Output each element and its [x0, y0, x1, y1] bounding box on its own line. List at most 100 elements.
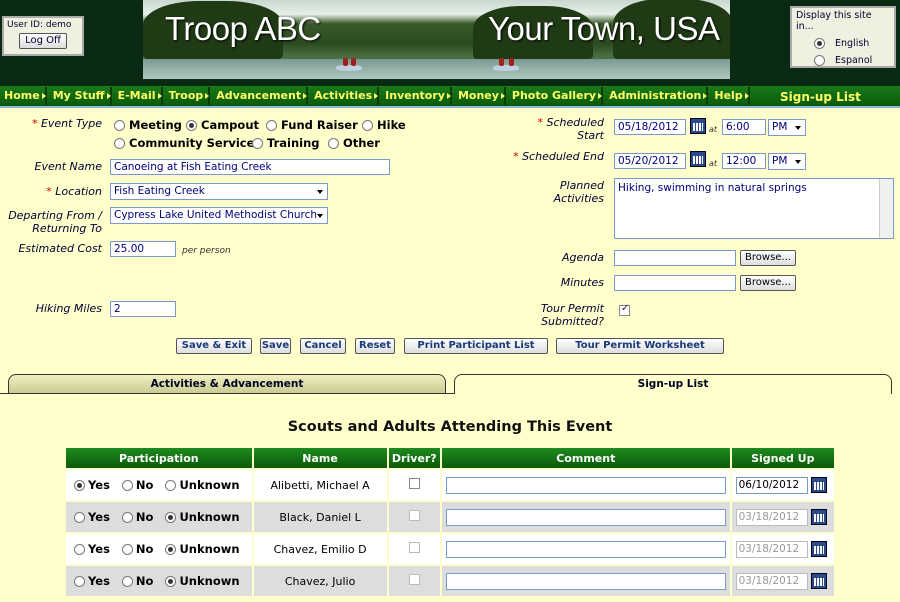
- radio-icon[interactable]: [362, 119, 373, 131]
- table-row: Yes No Unknown Chavez, Julio 03/18/2012: [64, 564, 837, 598]
- radio-icon[interactable]: [74, 543, 85, 555]
- calendar-icon[interactable]: [810, 573, 827, 589]
- radio-icon[interactable]: [74, 575, 85, 587]
- radio-icon[interactable]: [266, 119, 277, 131]
- signup-table: Participation Name Driver? Comment Signe…: [64, 446, 837, 598]
- event-type-hike[interactable]: Hike: [362, 118, 406, 132]
- calendar-icon[interactable]: [810, 477, 827, 493]
- lang-option-espanol[interactable]: Espanol: [796, 55, 890, 66]
- signed-up-cell: 03/18/2012: [729, 532, 837, 566]
- agenda-file-input[interactable]: [614, 250, 736, 266]
- tab-activities-advancement[interactable]: Activities & Advancement: [8, 374, 446, 394]
- event-type-training[interactable]: Training: [252, 136, 320, 150]
- planned-textarea[interactable]: Hiking, swimming in natural springs: [614, 178, 894, 239]
- radio-icon[interactable]: [121, 479, 133, 491]
- event-type-meeting[interactable]: Meeting: [114, 118, 182, 132]
- nav-home[interactable]: Home: [1, 87, 46, 105]
- lang-option-english[interactable]: English: [796, 38, 890, 49]
- event-type-community-service[interactable]: Community Service: [114, 136, 254, 150]
- calendar-icon[interactable]: [810, 541, 827, 557]
- minutes-browse-button[interactable]: Browse...: [740, 275, 796, 291]
- signed-up-date[interactable]: 06/10/2012: [735, 476, 808, 494]
- radio-icon[interactable]: [814, 55, 825, 66]
- radio-icon[interactable]: [252, 137, 263, 149]
- radio-icon[interactable]: [814, 38, 825, 49]
- user-box: User ID: demo Log Off: [2, 16, 84, 56]
- radio-icon[interactable]: [165, 479, 177, 491]
- end-ampm-select[interactable]: PM: [768, 153, 806, 170]
- radio-icon[interactable]: [165, 543, 177, 555]
- location-label: * Location: [46, 185, 102, 198]
- driver-checkbox[interactable]: [408, 574, 420, 585]
- radio-icon[interactable]: [121, 511, 133, 523]
- radio-icon[interactable]: [121, 575, 133, 587]
- driver-checkbox[interactable]: [408, 542, 420, 553]
- signed-up-date[interactable]: 03/18/2012: [735, 508, 808, 526]
- nav-activities[interactable]: Activities: [311, 87, 379, 105]
- comment-cell: [439, 564, 732, 598]
- driver-checkbox[interactable]: [408, 478, 420, 489]
- reset-button[interactable]: Reset: [355, 338, 395, 354]
- col-driver: Driver?: [386, 446, 442, 470]
- location-select[interactable]: Fish Eating Creek: [110, 183, 328, 200]
- comment-input[interactable]: [445, 572, 726, 590]
- start-label: * Scheduled Start: [537, 116, 604, 142]
- signed-up-date[interactable]: 03/18/2012: [735, 572, 808, 590]
- comment-input[interactable]: [445, 540, 726, 558]
- miles-input[interactable]: 2: [110, 301, 176, 317]
- event-type-fund-raiser[interactable]: Fund Raiser: [266, 118, 358, 132]
- cost-input[interactable]: 25.00: [110, 241, 176, 257]
- nav-inventory[interactable]: Inventory: [382, 87, 451, 105]
- user-id-label: User ID:: [7, 20, 43, 30]
- calendar-icon[interactable]: [690, 151, 706, 167]
- start-date-input[interactable]: 05/18/2012: [614, 119, 686, 135]
- radio-icon[interactable]: [165, 575, 177, 587]
- radio-icon[interactable]: [328, 137, 339, 149]
- comment-input[interactable]: [445, 508, 726, 526]
- event-type-other[interactable]: Other: [328, 136, 380, 150]
- event-type-campout[interactable]: Campout: [186, 118, 259, 132]
- end-date-input[interactable]: 05/20/2012: [614, 153, 686, 169]
- save-button[interactable]: Save: [260, 338, 291, 354]
- banner-troop-name: Troop ABC: [165, 10, 321, 47]
- cancel-button[interactable]: Cancel: [300, 338, 346, 354]
- calendar-icon[interactable]: [690, 118, 706, 134]
- logoff-button[interactable]: Log Off: [19, 33, 67, 49]
- calendar-icon[interactable]: [810, 509, 827, 525]
- radio-icon[interactable]: [114, 119, 125, 131]
- radio-icon[interactable]: [114, 137, 125, 149]
- permit-checkbox[interactable]: [619, 303, 630, 316]
- signed-up-cell: 03/18/2012: [729, 564, 837, 598]
- participation-option: No: [135, 542, 154, 556]
- start-ampm-select[interactable]: PM: [768, 119, 806, 136]
- comment-input[interactable]: [445, 476, 726, 494]
- user-id-value: demo: [45, 20, 72, 30]
- event-name-input[interactable]: Canoeing at Fish Eating Creek: [110, 159, 390, 175]
- nav-advancement[interactable]: Advancement: [213, 87, 307, 105]
- scrollbar[interactable]: [879, 179, 893, 238]
- nav-email[interactable]: E-Mail: [115, 87, 162, 105]
- signed-up-date[interactable]: 03/18/2012: [735, 540, 808, 558]
- departing-select[interactable]: Cypress Lake United Methodist Church: [110, 207, 328, 224]
- nav-troop[interactable]: Troop: [166, 87, 209, 105]
- nav-help[interactable]: Help: [711, 87, 750, 105]
- radio-icon[interactable]: [186, 119, 197, 131]
- radio-icon[interactable]: [165, 511, 177, 523]
- chevron-down-icon: [795, 126, 801, 130]
- radio-icon[interactable]: [74, 479, 85, 491]
- minutes-file-input[interactable]: [614, 275, 736, 291]
- start-time-input[interactable]: 6:00: [722, 119, 766, 135]
- save-exit-button[interactable]: Save & Exit: [176, 338, 252, 354]
- driver-checkbox[interactable]: [408, 510, 420, 521]
- radio-icon[interactable]: [74, 511, 85, 523]
- end-time-input[interactable]: 12:00: [722, 153, 766, 169]
- tour-permit-worksheet-button[interactable]: Tour Permit Worksheet: [556, 338, 724, 354]
- nav-photo-gallery[interactable]: Photo Gallery: [509, 87, 603, 105]
- nav-my-stuff[interactable]: My Stuff: [50, 87, 111, 105]
- nav-money[interactable]: Money: [455, 87, 505, 105]
- agenda-browse-button[interactable]: Browse...: [740, 250, 796, 266]
- radio-icon[interactable]: [121, 543, 133, 555]
- print-participant-list-button[interactable]: Print Participant List: [404, 338, 548, 354]
- tab-signup-list[interactable]: Sign-up List: [454, 374, 892, 394]
- nav-administration[interactable]: Administration: [606, 87, 708, 105]
